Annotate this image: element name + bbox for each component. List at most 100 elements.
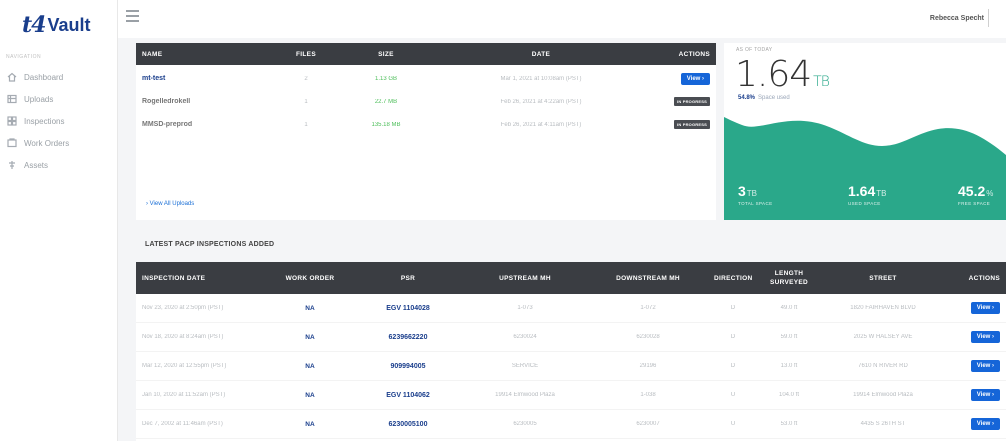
assets-icon: [6, 159, 18, 171]
psr-link[interactable]: 6239662220: [354, 334, 462, 341]
upload-size: 135.18 MB: [371, 121, 401, 128]
street: 7610 N RIVER RD: [858, 363, 908, 369]
column-header[interactable]: WORK ORDER: [266, 275, 354, 282]
storage-card: AS OF TODAY 1.64 TB 54.8% Space used 3TB T…: [724, 43, 1006, 220]
upload-actions: IN PROGRESS: [646, 97, 716, 106]
sidebar: t4 Vault NAVIGATION Dashboard Uploads In…: [0, 0, 118, 441]
stat-value: 3: [738, 183, 746, 199]
percent-used-value: 54.8%: [738, 95, 756, 101]
upload-name-link[interactable]: mt-test: [136, 75, 276, 82]
column-header[interactable]: SIZE: [336, 51, 436, 58]
uploads-icon: [6, 93, 18, 105]
sidebar-item-inspections[interactable]: Inspections: [6, 110, 114, 132]
street: 2025 W HALSEY AVE: [853, 334, 913, 340]
work-order-link[interactable]: NA: [266, 392, 354, 399]
uploads-table-header: NAME FILES SIZE DATE ACTIONS: [136, 43, 716, 65]
stat-unit: %: [986, 189, 994, 198]
column-header: ACTIONS: [678, 50, 710, 58]
free-space-stat: 45.2% FREE SPACE: [958, 183, 993, 206]
length-surveyed: 13.0 ft: [780, 363, 798, 369]
view-button[interactable]: View ›: [970, 360, 1000, 372]
inspection-actions: View ›: [946, 331, 1006, 343]
sidebar-item-label: Work Orders: [24, 138, 70, 148]
direction: U: [730, 421, 736, 427]
psr-link[interactable]: 909994005: [354, 363, 462, 370]
upstream-mh: 6230005: [513, 421, 537, 427]
street: 1820 FAIRHAVEN BLVD: [850, 305, 916, 311]
sidebar-item-work-orders[interactable]: Work Orders: [6, 132, 114, 154]
column-header[interactable]: NAME: [136, 51, 276, 58]
inspection-date: Nov 18, 2020 at 8:24am (PST): [142, 334, 224, 340]
inspection-date: Nov 23, 2020 at 2:50pm (PST): [142, 305, 224, 311]
table-row: Rogelledrokell 1 22.7 MB Feb 26, 2021 at…: [136, 90, 716, 113]
column-header[interactable]: DATE: [436, 51, 646, 58]
length-surveyed: 49.0 ft: [780, 305, 798, 311]
stat-label: FREE SPACE: [958, 201, 991, 206]
table-row: Jan 10, 2020 at 11:52am (PST) NA EGV 110…: [136, 381, 1006, 410]
upload-name: Rogelledrokell: [142, 98, 191, 105]
upload-actions: IN PROGRESS: [646, 120, 716, 129]
view-button[interactable]: View ›: [970, 331, 1000, 343]
work-order-link[interactable]: NA: [266, 363, 354, 370]
table-row: Nov 23, 2020 at 2:50pm (PST) NA EGV 1104…: [136, 294, 1006, 323]
column-header[interactable]: DOWNSTREAM MH: [588, 275, 708, 282]
used-space-stat: 1.64TB USED SPACE: [848, 183, 886, 206]
upload-name: MMSD-preprod: [142, 121, 193, 128]
column-header[interactable]: FILES: [276, 51, 336, 58]
view-button[interactable]: View ›: [970, 389, 1000, 401]
upload-files: 2: [304, 75, 308, 82]
street: 4435 S 26TH ST: [860, 421, 906, 427]
column-header[interactable]: DIRECTION: [708, 275, 758, 282]
uploads-card: NAME FILES SIZE DATE ACTIONS mt-test 2 1…: [136, 43, 716, 220]
used-space-value: 1.64 TB: [735, 54, 830, 95]
app-logo[interactable]: t4 Vault: [22, 10, 91, 40]
sidebar-item-label: Dashboard: [24, 72, 64, 82]
stat-unit: TB: [746, 189, 758, 198]
upstream-mh: SERVICE: [511, 363, 539, 369]
work-orders-icon: [6, 137, 18, 149]
downstream-mh: 1-038: [640, 392, 656, 398]
as-of-label: AS OF TODAY: [736, 47, 773, 53]
length-surveyed: 104.0 ft: [778, 392, 799, 398]
upstream-mh: 1-073: [517, 305, 533, 311]
upload-files: 1: [304, 98, 308, 105]
column-header[interactable]: UPSTREAM MH: [462, 275, 588, 282]
work-order-link[interactable]: NA: [266, 421, 354, 428]
psr-link[interactable]: 6230005100: [354, 421, 462, 428]
home-icon: [6, 71, 18, 83]
column-header[interactable]: PSR: [354, 275, 462, 282]
upload-date: Feb 26, 2021 at 4:11am (PST): [500, 121, 582, 128]
used-space-unit: TB: [813, 74, 830, 90]
view-button[interactable]: View ›: [680, 72, 710, 85]
psr-link[interactable]: EGV 1104028: [354, 305, 462, 312]
hamburger-menu-icon[interactable]: [126, 10, 139, 22]
user-name[interactable]: Rebecca Specht: [930, 15, 984, 22]
avatar[interactable]: [988, 9, 1002, 27]
view-button[interactable]: View ›: [970, 418, 1000, 430]
sidebar-item-assets[interactable]: Assets: [6, 154, 114, 176]
sidebar-item-label: Inspections: [24, 116, 65, 126]
sidebar-item-uploads[interactable]: Uploads: [6, 88, 114, 110]
inspection-date: Dec 7, 2002 at 11:46am (PST): [142, 421, 223, 427]
column-header[interactable]: STREET: [820, 275, 946, 282]
psr-link[interactable]: EGV 1104062: [354, 392, 462, 399]
column-header: ACTIONS: [968, 274, 1000, 282]
logo-text: Vault: [47, 14, 91, 35]
column-header[interactable]: INSPECTION DATE: [136, 275, 266, 282]
street: 19914 Elmwood Plaza: [853, 392, 913, 398]
table-row: mt-test 2 1.13 GB Mar 1, 2021 at 10:08am…: [136, 67, 716, 90]
sidebar-nav: Dashboard Uploads Inspections Work Order…: [6, 66, 114, 176]
work-order-link[interactable]: NA: [266, 305, 354, 312]
view-button[interactable]: View ›: [970, 302, 1000, 314]
nav-section-label: NAVIGATION: [6, 54, 42, 60]
upload-actions: View ›: [646, 72, 716, 85]
stat-value: 1.64: [848, 183, 876, 199]
column-header[interactable]: LENGTH SURVEYED: [758, 269, 820, 287]
total-space-stat: 3TB TOTAL SPACE: [738, 183, 773, 206]
stat-label: USED SPACE: [848, 201, 881, 206]
view-all-uploads-link[interactable]: › View All Uploads: [146, 201, 194, 207]
used-space-number: 1.64: [735, 54, 812, 95]
length-surveyed: 53.0 ft: [780, 421, 798, 427]
work-order-link[interactable]: NA: [266, 334, 354, 341]
sidebar-item-dashboard[interactable]: Dashboard: [6, 66, 114, 88]
